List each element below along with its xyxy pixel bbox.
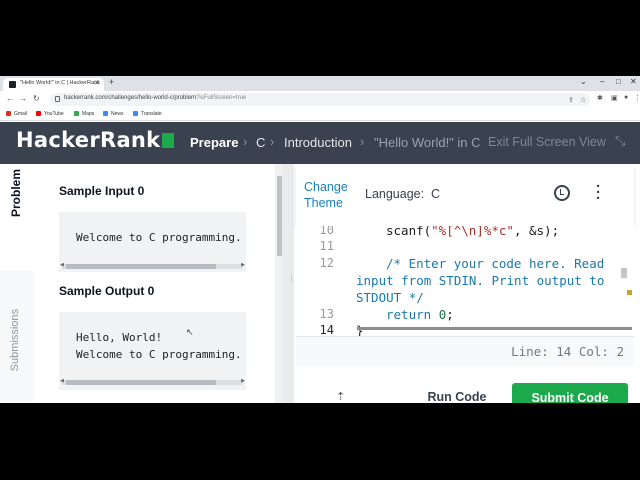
minimize-icon[interactable]: –	[600, 77, 604, 86]
url-input[interactable]: hackerrank.com/challenges/hello-world-c/…	[50, 93, 590, 106]
close-window-icon[interactable]: ✕	[630, 77, 637, 86]
editor-horizontal-scrollbar[interactable]	[357, 327, 632, 330]
bookmark-news[interactable]: News	[103, 111, 124, 117]
bookmark-maps[interactable]: Maps	[74, 111, 94, 117]
bookmark-star-icon[interactable]: ☆	[580, 96, 586, 104]
sidebar-toggle-icon[interactable]: ▣	[611, 94, 618, 102]
sample-output-scrollbar[interactable]: ◀ ▶	[60, 378, 245, 385]
drag-handle-icon[interactable]: ⋮ ⋮	[288, 274, 295, 284]
scroll-right-icon[interactable]: ▶	[241, 262, 245, 268]
bookmark-translate[interactable]: Translate	[133, 111, 162, 117]
tab-submissions[interactable]: Submissions	[9, 309, 21, 371]
line-number: 12	[319, 256, 334, 270]
more-options-icon[interactable]: · · ·	[596, 179, 601, 206]
line-number: 11	[319, 239, 334, 253]
news-icon	[103, 111, 108, 116]
history-icon[interactable]	[554, 185, 570, 201]
browser-tab-title: "Hello World!" in C | HackerRank	[20, 80, 100, 86]
forward-icon[interactable]: →	[19, 94, 27, 103]
line-number: 10	[319, 226, 334, 237]
address-bar-row: ← → ↻ hackerrank.com/challenges/hello-wo…	[0, 91, 640, 108]
breadcrumb-prepare[interactable]: Prepare	[190, 135, 238, 150]
scroll-left-icon[interactable]: ◀	[60, 378, 64, 384]
exit-fullscreen-link[interactable]: Exit Full Screen View	[488, 135, 606, 149]
submit-code-button[interactable]: Submit Code	[512, 383, 628, 403]
sample-input-block: Welcome to C programming. ◀ ▶	[59, 212, 246, 272]
new-tab-button[interactable]: +	[109, 77, 114, 87]
line-number: 13	[319, 307, 334, 321]
cursor-position: Line: 14 Col: 2	[511, 344, 624, 359]
sample-output-title: Sample Output 0	[59, 284, 155, 298]
youtube-icon	[36, 111, 41, 116]
change-theme-button[interactable]: Change Theme	[304, 179, 348, 211]
code-line-13: return 0;	[386, 307, 454, 322]
collapse-fullscreen-icon[interactable]: ⤡	[615, 133, 625, 149]
code-line-12c: STDOUT */	[356, 290, 424, 305]
sample-input-title: Sample Input 0	[59, 184, 145, 198]
maps-icon	[74, 111, 79, 116]
sample-output-line: Hello, World!	[76, 331, 163, 344]
code-editor[interactable]: 10 11 12 13 14 scanf("%[^\n]%*c", &s); /…	[296, 226, 634, 336]
reload-icon[interactable]: ↻	[33, 94, 40, 103]
scroll-right-icon[interactable]: ▶	[241, 378, 245, 384]
breadcrumb-c[interactable]: C	[256, 135, 265, 150]
maximize-icon[interactable]: □	[616, 77, 621, 86]
hackerrank-favicon-icon	[9, 81, 16, 88]
code-line-12a: /* Enter your code here. Read	[386, 256, 605, 271]
mouse-pointer-icon: ↖	[186, 327, 194, 337]
close-tab-icon[interactable]: ✕	[94, 79, 100, 87]
editor-toolbar: Change Theme Language: C · · ·	[296, 166, 634, 226]
editor-scroll-thumb[interactable]	[621, 268, 627, 278]
upload-icon[interactable]: ⇡	[336, 390, 345, 403]
editor-warning-marker	[627, 290, 632, 295]
sample-output-line: Welcome to C programming.	[76, 348, 242, 361]
chevron-right-icon: ›	[360, 134, 365, 149]
line-number-gutter: 10 11 12 13 14	[296, 226, 350, 336]
browser-tab-strip: "Hello World!" in C | HackerRank ✕ + ⌄ –…	[0, 76, 640, 91]
browser-tab[interactable]: "Hello World!" in C | HackerRank ✕	[3, 78, 104, 91]
language-value: C	[431, 187, 441, 201]
back-icon[interactable]: ←	[6, 94, 14, 103]
bookmark-youtube[interactable]: YouTube	[36, 111, 64, 117]
bookmarks-bar: Gmail YouTube Maps News Translate	[0, 108, 640, 121]
url-query: ?isFullScreen=true	[196, 95, 247, 101]
browser-window: "Hello World!" in C | HackerRank ✕ + ⌄ –…	[0, 76, 640, 403]
extensions-icon[interactable]: ✱	[597, 94, 603, 102]
sample-output-block: Hello, World! Welcome to C programming. …	[59, 312, 246, 390]
scroll-left-icon[interactable]: ◀	[60, 262, 64, 268]
editor-status-bar: Line: 14 Col: 2	[296, 336, 634, 366]
share-icon[interactable]: ⇪	[568, 96, 574, 104]
language-selector[interactable]: Language: C	[365, 187, 440, 201]
lock-icon	[55, 96, 60, 102]
profile-icon[interactable]: ●	[624, 94, 628, 101]
chevron-right-icon: ›	[243, 134, 248, 149]
bookmark-gmail[interactable]: Gmail	[6, 111, 27, 117]
code-line-10: scanf("%[^\n]%*c", &s);	[386, 226, 560, 238]
chevron-right-icon: ›	[270, 134, 275, 149]
breadcrumb-introduction[interactable]: Introduction	[284, 135, 352, 150]
logo-mark-icon	[162, 133, 175, 148]
menu-icon[interactable]: ⋮	[634, 94, 640, 102]
hackerrank-header: HackerRank Prepare › C › Introduction › …	[0, 122, 640, 164]
run-code-button[interactable]: Run Code	[418, 385, 496, 403]
problem-pane: Sample Input 0 Welcome to C programming.…	[34, 164, 275, 403]
sample-input-line: Welcome to C programming.	[76, 231, 242, 244]
tab-problem[interactable]: Problem	[9, 169, 23, 217]
translate-icon	[133, 111, 138, 116]
line-number-active: 14	[319, 323, 334, 336]
code-line-12b: input from STDIN. Print output to	[356, 273, 605, 288]
url-main: hackerrank.com/challenges/hello-world-c/…	[64, 95, 197, 101]
sample-input-scrollbar[interactable]: ◀ ▶	[60, 262, 245, 269]
breadcrumb-current-challenge: "Hello World!" in C	[374, 135, 481, 150]
hackerrank-logo[interactable]: HackerRank	[16, 128, 175, 152]
tab-search-icon[interactable]: ⌄	[580, 77, 587, 86]
gmail-icon	[6, 111, 11, 116]
